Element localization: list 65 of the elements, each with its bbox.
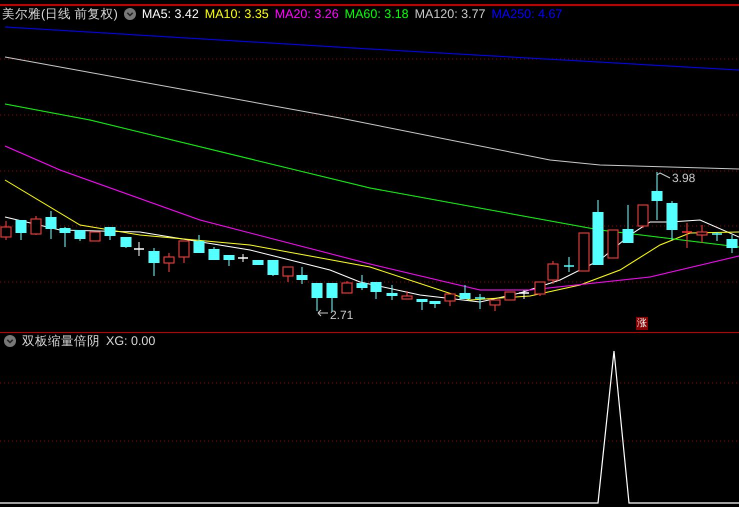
candlestick [326, 282, 338, 312]
candlestick [104, 226, 116, 240]
candlestick [312, 282, 322, 312]
candlestick [224, 254, 234, 266]
moving-average-legend: MA120: 3.77 [414, 7, 486, 21]
candlestick [282, 266, 294, 282]
candlestick [194, 234, 204, 254]
low-price-label: 2.71 [330, 308, 354, 322]
candlestick [296, 266, 308, 284]
candlestick [490, 300, 500, 312]
candlestick [74, 230, 86, 242]
candlestick [638, 204, 648, 228]
candlestick [268, 260, 278, 276]
candlestick [430, 300, 440, 308]
indicator-reading: XG: 0.00 [106, 334, 156, 348]
moving-average-legend: MA5: 3.42 [142, 7, 199, 21]
candlestick [475, 294, 485, 310]
candlestick [90, 232, 100, 242]
security-title: 美尔雅(日线 前复权) [2, 6, 118, 22]
leader-arrow [318, 310, 328, 316]
candlestick [726, 234, 738, 254]
candlestick [164, 252, 174, 272]
candlestick [534, 282, 546, 296]
candlestick [564, 256, 574, 272]
candlestick [696, 224, 708, 244]
candlestick [208, 246, 220, 260]
indicator-name: 双板缩量倍阴 [22, 332, 100, 350]
candlestick [46, 210, 56, 240]
candlestick [578, 232, 590, 272]
candlestick [30, 216, 42, 236]
candlestick [666, 200, 678, 240]
candlestick [120, 236, 132, 248]
high-price-label: 3.98 [672, 171, 696, 185]
candlestick [134, 242, 144, 256]
dropdown-chevron-icon[interactable] [124, 8, 136, 20]
candlestick [238, 254, 248, 262]
candlestick [16, 220, 26, 240]
candlestick [712, 232, 722, 242]
candlestick [592, 200, 604, 266]
candlestick [356, 274, 368, 290]
candlestick [548, 260, 558, 284]
candlestick [60, 226, 70, 248]
candlestick [402, 290, 412, 300]
candlestick [370, 282, 382, 300]
candlestick [622, 204, 634, 244]
dropdown-chevron-icon[interactable] [4, 335, 16, 347]
candlestick [444, 294, 456, 306]
candlestick [342, 280, 352, 294]
candlestick [504, 292, 516, 300]
moving-average-legend: MA20: 3.26 [274, 7, 339, 21]
moving-average-legend: MA60: 3.18 [344, 7, 409, 21]
candlestick [148, 248, 160, 276]
candlestick [608, 230, 618, 258]
candlestick [386, 284, 398, 300]
moving-average-legend: MA250: 4.67 [492, 7, 562, 21]
candlestick [682, 222, 692, 248]
candlestick [178, 240, 190, 264]
candlestick [416, 298, 428, 310]
rise-badge: 涨 [636, 317, 648, 330]
moving-average-legend: MA10: 3.35 [204, 7, 269, 21]
candlestick [652, 172, 662, 220]
candlestick [460, 284, 470, 300]
candlestick [252, 260, 264, 266]
candlestick [519, 290, 529, 300]
leader-line [656, 172, 670, 178]
